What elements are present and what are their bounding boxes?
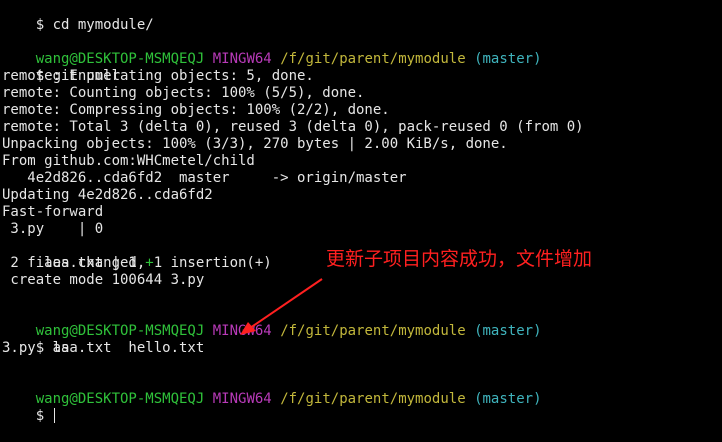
terminal-window[interactable]: $ cd mymodule/ wang@DESKTOP-MSMQEQJ MING… xyxy=(2,0,722,424)
output-line: remote: Compressing objects: 100% (2/2),… xyxy=(2,102,390,118)
prompt-line: wang@DESKTOP-MSMQEQJ MINGW64 /f/git/pare… xyxy=(2,34,542,67)
output-line: Unpacking objects: 100% (3/3), 270 bytes… xyxy=(2,136,508,152)
output-line: From github.com:WHCmetel/child xyxy=(2,153,255,169)
command-input-line[interactable]: $ xyxy=(2,391,55,424)
output-line: remote: Enumerating objects: 5, done. xyxy=(2,68,314,84)
command-prompt: $ xyxy=(35,408,53,424)
output-line: Fast-forward xyxy=(2,204,104,220)
output-line: 2 files changed, 1 insertion(+) xyxy=(2,255,272,271)
output-line-diffstat: aaa.txt | 1 + xyxy=(2,238,154,271)
prompt-line: wang@DESKTOP-MSMQEQJ MINGW64 /f/git/pare… xyxy=(2,306,542,339)
command-line-cd: $ cd mymodule/ xyxy=(2,0,154,33)
prompt-branch: (master) xyxy=(474,323,542,339)
output-line: remote: Counting objects: 100% (5/5), do… xyxy=(2,85,365,101)
prompt-system: MINGW64 xyxy=(212,51,272,67)
command-line-git-pull: $ git pull xyxy=(2,51,120,84)
output-line: 3.py | 0 xyxy=(2,221,104,237)
prompt-path: /f/git/parent/mymodule xyxy=(280,323,466,339)
output-line: create mode 100644 3.py xyxy=(2,272,205,288)
command-text: $ cd mymodule/ xyxy=(35,17,154,33)
annotation-text: 更新子项目内容成功，文件增加 xyxy=(326,248,593,270)
prompt-branch: (master) xyxy=(474,391,542,407)
text-cursor xyxy=(53,408,55,423)
command-line-ls: $ ls xyxy=(2,323,70,356)
prompt-branch: (master) xyxy=(474,51,542,67)
prompt-system: MINGW64 xyxy=(212,323,272,339)
output-line: Updating 4e2d826..cda6fd2 xyxy=(2,187,213,203)
prompt-user: wang@DESKTOP-MSMQEQJ xyxy=(35,391,205,407)
output-line: 4e2d826..cda6fd2 master -> origin/master xyxy=(2,170,407,186)
prompt-system: MINGW64 xyxy=(212,391,272,407)
output-line: remote: Total 3 (delta 0), reused 3 (del… xyxy=(2,119,584,135)
prompt-line: wang@DESKTOP-MSMQEQJ MINGW64 /f/git/pare… xyxy=(2,374,542,407)
prompt-path: /f/git/parent/mymodule xyxy=(280,51,466,67)
output-line-ls: 3.py aaa.txt hello.txt xyxy=(2,340,205,356)
prompt-path: /f/git/parent/mymodule xyxy=(280,391,466,407)
